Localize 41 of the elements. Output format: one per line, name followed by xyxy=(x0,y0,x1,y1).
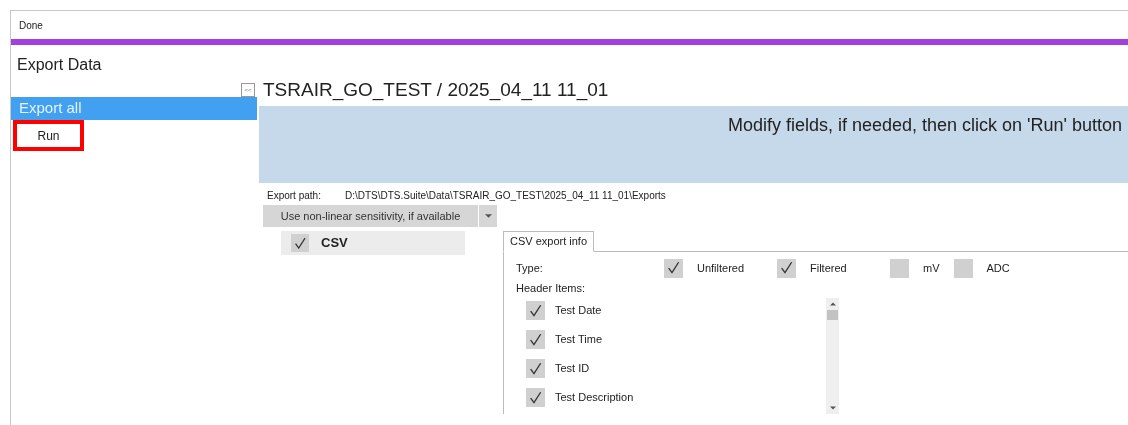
type-option-label: Unfiltered xyxy=(697,260,746,276)
status-text: Done xyxy=(19,18,43,33)
checkbox[interactable] xyxy=(777,258,796,278)
checkmark-icon xyxy=(779,261,794,275)
header-item-label: Test ID xyxy=(555,361,590,377)
scrollbar[interactable] xyxy=(826,298,839,414)
type-option-label: ADC xyxy=(986,260,1010,276)
scroll-up-icon[interactable] xyxy=(829,302,836,306)
checkbox[interactable] xyxy=(291,234,309,252)
panel-title: Export Data xyxy=(16,55,103,75)
checkbox[interactable] xyxy=(526,301,545,320)
header-items-label: Header Items: xyxy=(516,281,587,296)
checkbox[interactable] xyxy=(953,258,973,278)
scroll-thumb[interactable] xyxy=(827,310,838,320)
checkbox[interactable] xyxy=(526,388,545,407)
scroll-down-icon[interactable] xyxy=(829,406,836,410)
checkmark-icon xyxy=(528,332,543,347)
checkmark-icon xyxy=(528,303,543,318)
header-item-label: Test Date xyxy=(555,303,602,319)
info-banner: Modify fields, if needed, then click on 'Run' button xyxy=(259,106,1128,183)
type-label: Type: xyxy=(516,260,544,276)
checkmark-icon xyxy=(293,236,307,250)
type-option-label: Filtered xyxy=(810,260,848,276)
dropdown-caret-icon[interactable] xyxy=(479,205,497,227)
checkbox[interactable] xyxy=(664,258,683,278)
format-item[interactable]: CSV xyxy=(281,231,465,255)
header-item-label: Test Description xyxy=(555,390,634,406)
page-title: TSRAIR_GO_TEST / 2025_04_11 11_01 xyxy=(262,77,610,103)
checkbox[interactable] xyxy=(890,258,909,278)
checkmark-icon xyxy=(666,261,681,275)
header-item-label: Test Time xyxy=(555,332,603,348)
checkbox[interactable] xyxy=(526,359,545,378)
export-path: D:\DTS\DTS.Suite\Data\TSRAIR_GO_TEST\2025_04_11 11_01\Exports xyxy=(344,189,666,203)
checkmark-icon xyxy=(528,361,543,376)
checkmark-icon xyxy=(528,390,543,405)
tab[interactable]: CSV export info xyxy=(503,231,595,252)
sensitivity-dropdown[interactable]: Use non-linear sensitivity, if available xyxy=(263,205,478,227)
export-path-label: Export path: xyxy=(267,189,321,203)
run-button[interactable]: Run xyxy=(13,120,84,151)
type-option-label: mV xyxy=(923,260,940,276)
checkbox[interactable] xyxy=(526,330,545,349)
